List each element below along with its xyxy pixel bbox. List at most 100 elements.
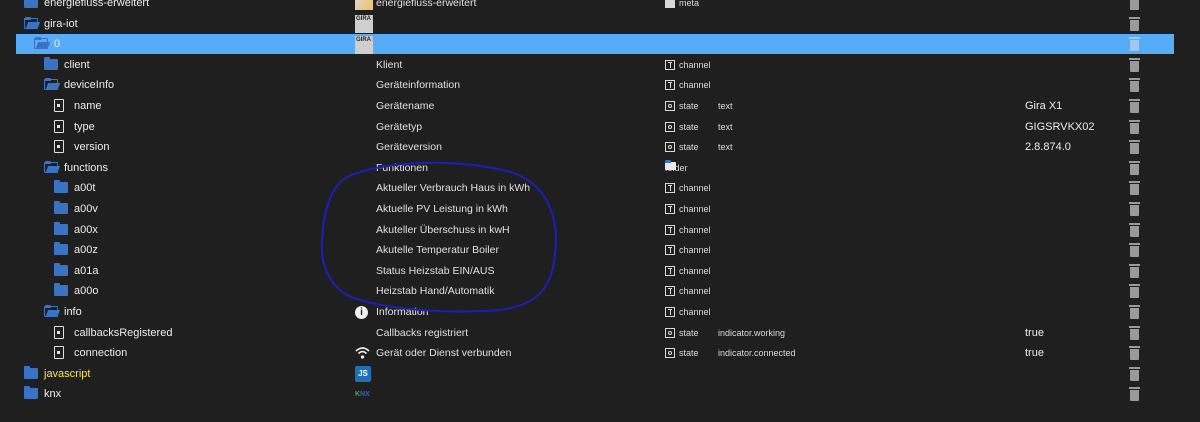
folder-icon[interactable] xyxy=(24,365,38,379)
tree-row[interactable]: a00x Akuteller Überschuss in kwH channel xyxy=(0,220,1200,240)
object-name-label[interactable]: Akuteller Überschuss in kwH xyxy=(376,220,510,240)
object-name-label[interactable]: Geräteversion xyxy=(376,137,442,157)
folder-icon[interactable] xyxy=(54,262,68,276)
object-value[interactable]: 2.8.874.0 xyxy=(1025,137,1071,157)
delete-button[interactable] xyxy=(1129,137,1140,157)
tree-row[interactable]: a00v Aktuelle PV Leistung in kWh channel xyxy=(0,199,1200,219)
delete-button[interactable] xyxy=(1129,34,1140,54)
delete-button[interactable] xyxy=(1129,281,1140,301)
delete-button[interactable] xyxy=(1129,220,1140,240)
object-name-label[interactable]: Aktueller Verbrauch Haus in kWh xyxy=(376,178,530,198)
object-value[interactable]: Gira X1 xyxy=(1025,96,1062,116)
folder-icon[interactable] xyxy=(54,180,68,194)
object-name-label[interactable]: Heizstab Hand/Automatik xyxy=(376,281,494,301)
object-id-label[interactable]: version xyxy=(74,137,109,157)
tree-row[interactable]: javascript JS xyxy=(0,364,1200,384)
folder-open-icon[interactable] xyxy=(34,37,48,50)
tree-row[interactable]: type Gerätetyp state text GIGSRVKX02 xyxy=(0,117,1200,137)
object-id-label[interactable]: callbacksRegistered xyxy=(74,323,172,343)
tree-row[interactable]: 0 GIRA IoT xyxy=(0,34,1200,55)
tree-row[interactable]: name Gerätename state text Gira X1 xyxy=(0,96,1200,116)
object-id-label[interactable]: connection xyxy=(74,343,127,363)
object-name-label[interactable]: Gerätename xyxy=(376,96,434,116)
folder-open-icon[interactable] xyxy=(24,16,38,29)
object-name-label[interactable]: Klient xyxy=(376,55,402,75)
object-name-label[interactable]: Callbacks registriert xyxy=(376,323,468,343)
tree-row[interactable]: a00o Heizstab Hand/Automatik channel xyxy=(0,281,1200,301)
object-id-label[interactable]: info xyxy=(64,302,82,322)
folder-icon[interactable] xyxy=(44,56,58,70)
object-name-label[interactable]: Geräteinformation xyxy=(376,75,460,95)
object-id-label[interactable]: 0 xyxy=(54,34,60,54)
object-id-label[interactable]: a01a xyxy=(74,261,98,281)
object-id-label[interactable]: a00z xyxy=(74,240,98,260)
object-id-label[interactable]: a00x xyxy=(74,220,98,240)
tree-row[interactable]: knx KNX xyxy=(0,384,1200,404)
object-name-label[interactable]: Funktionen xyxy=(376,158,428,178)
object-name-label[interactable]: energiefluss-erweitert xyxy=(376,0,476,13)
folder-icon[interactable] xyxy=(54,201,68,214)
delete-button[interactable] xyxy=(1129,55,1140,75)
tree-row[interactable]: callbacksRegistered Callbacks registriert… xyxy=(0,323,1200,343)
delete-button[interactable] xyxy=(1129,96,1140,116)
delete-button[interactable] xyxy=(1129,323,1140,343)
object-name-label[interactable]: Aktuelle PV Leistung in kWh xyxy=(376,199,508,219)
object-name-label[interactable]: Information xyxy=(376,302,429,322)
delete-button[interactable] xyxy=(1129,343,1140,363)
tree-row[interactable]: a00z Akutelle Temperatur Boiler channel xyxy=(0,240,1200,260)
object-id-label[interactable]: name xyxy=(74,96,102,116)
tree-row[interactable]: energiefluss-erweitert energiefluss-erwei… xyxy=(0,0,1200,13)
delete-button[interactable] xyxy=(1129,384,1140,404)
trash-icon xyxy=(1129,78,1140,93)
object-id-label[interactable]: deviceInfo xyxy=(64,75,114,95)
tree-row[interactable]: a01a Status Heizstab EIN/AUS channel xyxy=(0,261,1200,281)
object-id-label[interactable]: a00o xyxy=(74,281,98,301)
delete-button[interactable] xyxy=(1129,117,1140,137)
object-id-label[interactable]: knx xyxy=(44,384,61,404)
folder-icon[interactable] xyxy=(54,242,68,256)
tree-row[interactable]: version Geräteversion state text 2.8.874.0 xyxy=(0,137,1200,157)
tree-row[interactable]: info i Information channel xyxy=(0,302,1200,322)
tree-row[interactable]: a00t Aktueller Verbrauch Haus in kWh chann… xyxy=(0,178,1200,198)
tree-row[interactable]: gira-iot GIRA IoT xyxy=(0,14,1200,34)
folder-icon[interactable] xyxy=(54,221,68,235)
delete-button[interactable] xyxy=(1129,240,1140,260)
state-file-icon xyxy=(54,99,64,112)
object-id-label[interactable]: type xyxy=(74,117,95,137)
tree-row[interactable]: client Klient channel xyxy=(0,55,1200,75)
delete-button[interactable] xyxy=(1129,302,1140,322)
object-value[interactable]: true xyxy=(1025,343,1044,363)
folder-open-icon[interactable] xyxy=(44,305,58,317)
folder-icon[interactable] xyxy=(54,283,68,297)
object-name-label[interactable]: Gerät oder Dienst verbunden xyxy=(376,343,511,363)
object-value[interactable]: GIGSRVKX02 xyxy=(1025,117,1095,137)
delete-button[interactable] xyxy=(1130,0,1139,13)
folder-icon[interactable] xyxy=(24,0,38,8)
delete-button[interactable] xyxy=(1129,261,1140,281)
tree-row[interactable]: deviceInfo Geräteinformation channel xyxy=(0,75,1200,95)
folder-open-icon[interactable] xyxy=(44,78,58,91)
object-id-label[interactable]: gira-iot xyxy=(44,14,78,34)
object-id-label[interactable]: functions xyxy=(64,158,108,178)
object-value[interactable]: true xyxy=(1025,323,1044,343)
delete-button[interactable] xyxy=(1129,14,1140,34)
object-id-label[interactable]: a00t xyxy=(74,178,95,198)
object-id-label[interactable]: energiefluss-erweitert xyxy=(44,0,149,13)
delete-button[interactable] xyxy=(1129,178,1140,198)
delete-button[interactable] xyxy=(1129,199,1140,219)
object-name-label[interactable]: Status Heizstab EIN/AUS xyxy=(376,261,494,281)
object-type-label: channel xyxy=(679,265,711,276)
delete-button[interactable] xyxy=(1129,158,1140,178)
energiefluss-logo-icon xyxy=(355,0,373,10)
folder-icon[interactable] xyxy=(24,386,38,400)
delete-button[interactable] xyxy=(1129,364,1140,384)
object-id-label[interactable]: a00v xyxy=(74,199,98,219)
tree-row[interactable]: functions Funktionen folder xyxy=(0,158,1200,178)
delete-button[interactable] xyxy=(1129,75,1140,95)
object-name-label[interactable]: Akutelle Temperatur Boiler xyxy=(376,240,499,260)
folder-open-icon[interactable] xyxy=(44,160,58,173)
tree-row[interactable]: connection Gerät oder Dienst verbunden sta… xyxy=(0,343,1200,363)
object-id-label[interactable]: client xyxy=(64,55,90,75)
object-name-label[interactable]: Gerätetyp xyxy=(376,117,422,137)
object-id-label[interactable]: javascript xyxy=(44,364,90,384)
